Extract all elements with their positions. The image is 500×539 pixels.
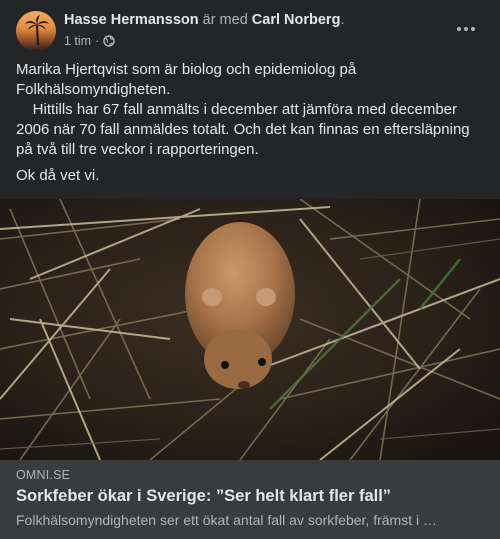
- author-name[interactable]: Hasse Hermansson: [64, 12, 199, 28]
- tagged-suffix: .: [340, 12, 345, 28]
- link-preview-image[interactable]: [0, 199, 500, 460]
- meta-separator: ·: [95, 34, 100, 48]
- vole-photo: [0, 199, 500, 460]
- with-text: är med: [202, 12, 248, 28]
- palm-tree-icon: [25, 15, 49, 45]
- globe-icon[interactable]: [103, 35, 115, 47]
- post-header: Hasse Hermansson är med Carl Norberg. 1 …: [0, 0, 500, 60]
- post-time[interactable]: 1 tim: [64, 33, 91, 49]
- more-options-button[interactable]: [452, 18, 480, 40]
- more-horizontal-icon: [457, 27, 461, 31]
- link-description: Folkhälsomyndigheten ser ett ökat antal …: [16, 512, 437, 528]
- post-body: Marika Hjertqvist som är biolog och epid…: [16, 60, 486, 186]
- link-title[interactable]: Sorkfeber ökar i Sverige: ”Ser helt klar…: [16, 487, 391, 506]
- avatar[interactable]: [16, 11, 56, 51]
- author-line: Hasse Hermansson är med Carl Norberg.: [64, 11, 344, 29]
- post-paragraph: Marika Hjertqvist som är biolog och epid…: [16, 61, 361, 98]
- post-paragraph: Ok då vet vi.: [16, 167, 100, 184]
- tagged-name[interactable]: Carl Norberg: [252, 12, 341, 28]
- post-paragraph: Hittills har 67 fall anmälts i december …: [16, 101, 474, 158]
- post-meta: 1 tim ·: [64, 33, 115, 49]
- link-domain: OMNI.SE: [16, 468, 71, 482]
- link-preview-card[interactable]: OMNI.SE Sorkfeber ökar i Sverige: ”Ser h…: [0, 460, 500, 539]
